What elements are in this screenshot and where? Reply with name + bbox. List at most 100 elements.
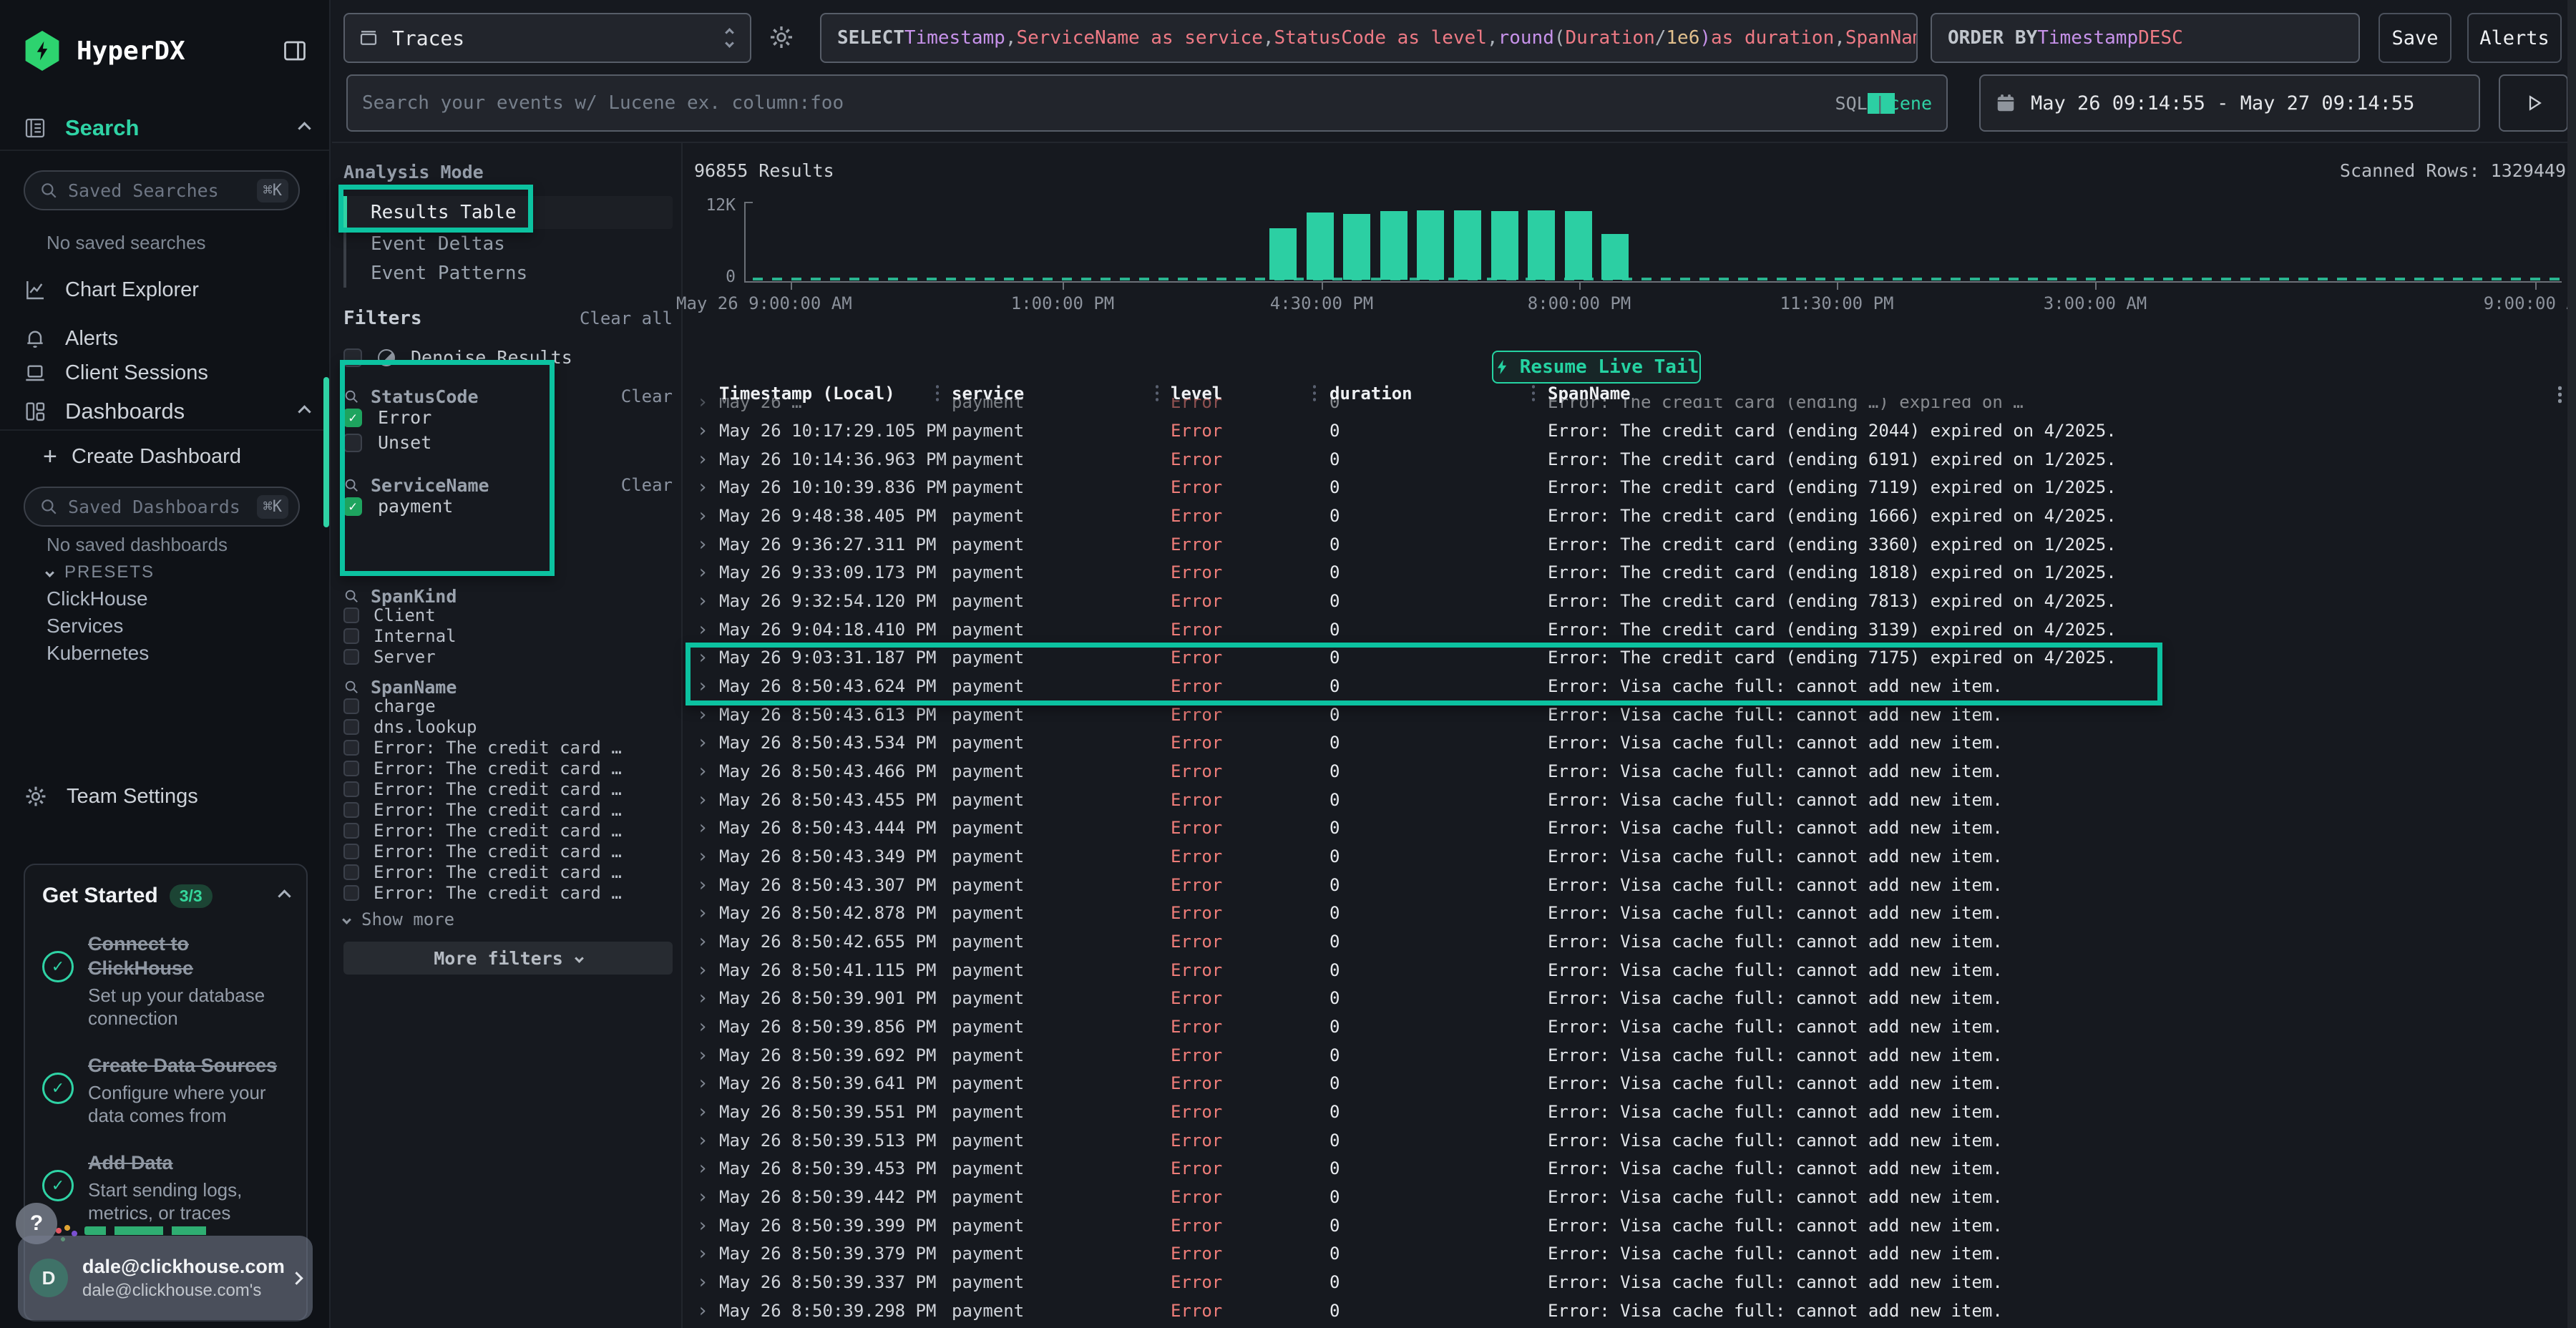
filter-option-payment[interactable]: ✓payment	[343, 494, 673, 519]
table-row[interactable]: ›May 26 9:04:18.410 PMpaymentError0Error…	[687, 615, 2567, 644]
expand-row-icon[interactable]: ›	[697, 1073, 708, 1094]
histogram-bar[interactable]	[1380, 211, 1407, 280]
table-row-partial[interactable]: ›May 26 …paymentError0Error: The credit …	[687, 398, 2567, 415]
expand-row-icon[interactable]: ›	[697, 704, 708, 726]
filter-option-error-the-credit-card-[interactable]: Error: The credit card …	[343, 841, 673, 861]
checkbox[interactable]	[343, 844, 359, 859]
clear-filter-button[interactable]: Clear	[621, 475, 673, 495]
preset-dashboard-kubernetes[interactable]: Kubernetes	[47, 640, 149, 667]
table-row[interactable]: ›May 26 10:17:29.105 PMpaymentError0Erro…	[687, 416, 2567, 445]
chevron-up-icon[interactable]	[298, 405, 311, 418]
checkbox[interactable]	[343, 864, 359, 880]
filter-option-error-the-credit-card-[interactable]: Error: The credit card …	[343, 778, 673, 799]
table-row[interactable]: ›May 26 8:50:43.466 PMpaymentError0Error…	[687, 757, 2567, 786]
saved-searches-input[interactable]: Saved Searches ⌘K	[24, 170, 300, 210]
expand-row-icon[interactable]: ›	[697, 761, 708, 782]
run-query-button[interactable]	[2499, 74, 2568, 132]
histogram-bar[interactable]	[1454, 210, 1481, 280]
presets-section-toggle[interactable]: PRESETS	[47, 562, 155, 582]
table-row[interactable]: ›May 26 8:50:41.115 PMpaymentError0Error…	[687, 956, 2567, 985]
chevron-up-icon[interactable]	[278, 889, 291, 902]
filter-option-error-the-credit-card-[interactable]: Error: The credit card …	[343, 737, 673, 758]
table-row[interactable]: ›May 26 9:33:09.173 PMpaymentError0Error…	[687, 558, 2567, 587]
saved-dashboards-input[interactable]: Saved Dashboards ⌘K	[24, 487, 300, 527]
sidebar-scrollbar-thumb[interactable]	[323, 377, 329, 527]
save-button[interactable]: Save	[2379, 13, 2451, 63]
expand-row-icon[interactable]: ›	[697, 675, 708, 697]
results-histogram[interactable]: 12K 0 May 26 9:00:00 AM1:00:00 PM4:30:00…	[687, 195, 2567, 316]
clear-filter-button[interactable]: Clear	[621, 386, 673, 406]
table-row[interactable]: ›May 26 8:50:39.453 PMpaymentError0Error…	[687, 1154, 2567, 1183]
checkbox[interactable]	[343, 802, 359, 818]
table-row[interactable]: ›May 26 8:50:43.624 PMpaymentError0Error…	[687, 672, 2567, 700]
expand-row-icon[interactable]: ›	[697, 562, 708, 583]
table-row[interactable]: ›May 26 8:50:39.856 PMpaymentError0Error…	[687, 1012, 2567, 1041]
expand-row-icon[interactable]: ›	[697, 817, 708, 839]
sidebar-item-search[interactable]: Search	[24, 112, 309, 144]
lang-sql-toggle[interactable]: SQL	[1835, 93, 1868, 114]
table-row[interactable]: ›May 26 8:50:42.878 PMpaymentError0Error…	[687, 899, 2567, 927]
search-input[interactable]	[362, 92, 1835, 114]
filter-option-error-the-credit-card-[interactable]: Error: The credit card …	[343, 882, 673, 903]
page-scrollbar[interactable]	[2567, 0, 2576, 1328]
filter-option-error-the-credit-card-[interactable]: Error: The credit card …	[343, 820, 673, 841]
filter-option-charge[interactable]: charge	[343, 695, 673, 716]
table-row[interactable]: ›May 26 10:14:36.963 PMpaymentError0Erro…	[687, 445, 2567, 474]
sql-select-input[interactable]: SELECT Timestamp, ServiceName as service…	[820, 13, 1918, 63]
expand-row-icon[interactable]: ›	[697, 534, 708, 555]
expand-row-icon[interactable]: ›	[697, 1186, 708, 1208]
table-row[interactable]: ›May 26 8:50:39.442 PMpaymentError0Error…	[687, 1183, 2567, 1211]
data-source-select[interactable]: Traces	[343, 13, 751, 63]
table-row[interactable]: ›May 26 8:50:39.641 PMpaymentError0Error…	[687, 1069, 2567, 1098]
get-started-item[interactable]: ✓Add DataStart sending logs, metrics, or…	[42, 1151, 289, 1224]
expand-row-icon[interactable]: ›	[697, 1016, 708, 1038]
sql-orderby-input[interactable]: ORDER BY Timestamp DESC	[1931, 13, 2360, 63]
histogram-bar[interactable]	[1307, 213, 1334, 280]
expand-row-icon[interactable]: ›	[697, 1045, 708, 1066]
table-row[interactable]: ›May 26 9:36:27.311 PMpaymentError0Error…	[687, 530, 2567, 559]
expand-row-icon[interactable]: ›	[697, 505, 708, 527]
filter-option-server[interactable]: Server	[343, 646, 673, 667]
table-row[interactable]: ›May 26 10:10:39.836 PMpaymentError0Erro…	[687, 473, 2567, 502]
filter-option-error-the-credit-card-[interactable]: Error: The credit card …	[343, 861, 673, 882]
checkbox[interactable]	[343, 628, 359, 644]
filter-option-client[interactable]: Client	[343, 605, 673, 625]
sidebar-item-client-sessions[interactable]: Client Sessions	[24, 358, 309, 388]
user-account-button[interactable]: D dale@clickhouse.com dale@clickhouse.co…	[18, 1236, 313, 1320]
table-row[interactable]: ›May 26 8:50:39.337 PMpaymentError0Error…	[687, 1268, 2567, 1297]
checkbox[interactable]	[343, 649, 359, 665]
expand-row-icon[interactable]: ›	[697, 449, 708, 470]
create-dashboard-button[interactable]: + Create Dashboard	[43, 441, 309, 472]
table-row[interactable]: ›May 26 8:50:39.298 PMpaymentError0Error…	[687, 1297, 2567, 1325]
sidebar-item-chart-explorer[interactable]: Chart Explorer	[24, 275, 309, 305]
table-row[interactable]: ›May 26 8:50:43.534 PMpaymentError0Error…	[687, 728, 2567, 757]
expand-row-icon[interactable]: ›	[697, 931, 708, 952]
filter-option-unset[interactable]: Unset	[343, 430, 673, 455]
checkbox[interactable]	[343, 761, 359, 776]
table-row[interactable]: ›May 26 8:50:43.349 PMpaymentError0Error…	[687, 842, 2567, 871]
table-row[interactable]: ›May 26 9:32:54.120 PMpaymentError0Error…	[687, 587, 2567, 615]
expand-row-icon[interactable]: ›	[697, 1158, 708, 1179]
expand-row-icon[interactable]: ›	[697, 647, 708, 668]
histogram-bar[interactable]	[1601, 234, 1629, 280]
chevron-up-icon[interactable]	[298, 122, 311, 135]
table-row[interactable]: ›May 26 8:50:43.613 PMpaymentError0Error…	[687, 700, 2567, 729]
expand-row-icon[interactable]: ›	[697, 1243, 708, 1264]
sidebar-item-alerts[interactable]: Alerts	[24, 323, 309, 353]
sidebar-item-team-settings[interactable]: Team Settings	[24, 781, 309, 811]
expand-row-icon[interactable]: ›	[697, 846, 708, 867]
preset-dashboard-services[interactable]: Services	[47, 612, 149, 640]
expand-row-icon[interactable]: ›	[697, 789, 708, 811]
histogram-bar[interactable]	[1565, 211, 1592, 280]
analysis-mode-option-event-deltas[interactable]: Event Deltas	[346, 229, 673, 258]
date-range-picker[interactable]: May 26 09:14:55 - May 27 09:14:55	[1979, 74, 2480, 132]
collapse-sidebar-icon[interactable]	[282, 38, 308, 64]
analysis-mode-option-event-patterns[interactable]: Event Patterns	[346, 258, 673, 288]
denoise-results-option[interactable]: Denoise Results	[343, 347, 673, 368]
sidebar-item-dashboards[interactable]: Dashboards	[24, 396, 309, 427]
analysis-mode-option-results-table[interactable]: Results Table	[346, 196, 673, 229]
checkbox-checked[interactable]: ✓	[343, 409, 362, 427]
table-row[interactable]: ›May 26 8:50:43.307 PMpaymentError0Error…	[687, 871, 2567, 899]
checkbox[interactable]	[343, 434, 362, 452]
table-row[interactable]: ›May 26 9:48:38.405 PMpaymentError0Error…	[687, 502, 2567, 530]
